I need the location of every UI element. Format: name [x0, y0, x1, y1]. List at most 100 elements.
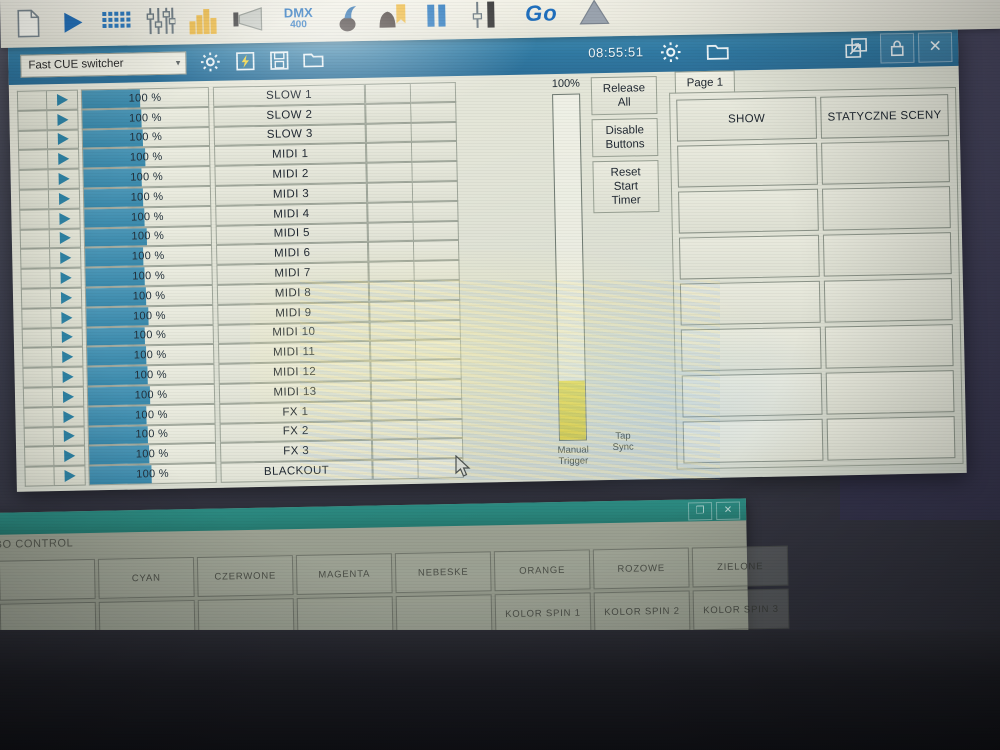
tap-sync-button[interactable]: Tap Sync [601, 430, 645, 453]
row-extra-1[interactable] [371, 419, 418, 441]
row-go-button[interactable] [52, 406, 85, 427]
row-go-button[interactable] [51, 386, 85, 407]
row-go-button[interactable] [49, 287, 83, 308]
release-all-button[interactable]: Release All [590, 75, 658, 116]
row-select[interactable] [16, 90, 47, 111]
row-extra-1[interactable] [371, 399, 418, 421]
row-fader[interactable]: 100 % [86, 344, 215, 367]
row-extra-1[interactable] [367, 241, 415, 262]
page-button[interactable] [678, 188, 819, 234]
page-button[interactable] [821, 140, 950, 185]
row-go-button[interactable] [45, 89, 79, 111]
save-button[interactable] [268, 49, 290, 71]
bg-button-cyan[interactable]: CYAN [97, 557, 195, 599]
row-select[interactable] [20, 288, 51, 309]
row-select[interactable] [19, 209, 49, 230]
bg-button-zielone[interactable]: ZIELONE [691, 545, 789, 588]
row-go-button[interactable] [47, 148, 80, 170]
row-fader[interactable]: 100 % [86, 364, 215, 387]
row-fader[interactable]: 100 % [84, 245, 213, 268]
row-extra-2[interactable] [417, 398, 463, 420]
row-extra-2[interactable] [416, 378, 463, 400]
moving-head-icon[interactable] [326, 0, 371, 40]
play-icon[interactable] [50, 0, 95, 45]
titlebar-gear-button[interactable] [658, 39, 684, 69]
new-file-icon[interactable] [6, 1, 51, 46]
background-restore-button[interactable]: ❐ [687, 502, 713, 521]
row-extra-1[interactable] [369, 340, 417, 361]
titlebar-open-folder-button[interactable] [705, 40, 733, 68]
single-fader-icon[interactable] [458, 0, 511, 37]
row-go-button[interactable] [50, 327, 84, 348]
row-extra-2[interactable] [416, 359, 462, 380]
row-go-button[interactable] [46, 109, 79, 130]
row-extra-2[interactable] [417, 418, 463, 440]
restore-window-button[interactable] [836, 34, 877, 65]
page-button-show[interactable]: SHOW [676, 96, 818, 142]
row-go-button[interactable] [51, 346, 84, 368]
row-extra-1[interactable] [366, 181, 414, 203]
page-button[interactable] [824, 324, 954, 369]
row-fader[interactable]: 100 % [83, 205, 212, 229]
page-button[interactable] [682, 418, 824, 464]
row-go-button[interactable] [48, 208, 81, 229]
row-go-button[interactable] [47, 188, 81, 210]
row-extra-2[interactable] [415, 299, 461, 321]
row-go-button[interactable] [52, 426, 86, 447]
page-button[interactable] [825, 370, 955, 415]
row-extra-1[interactable] [370, 379, 418, 401]
page-button[interactable] [826, 416, 956, 461]
close-button[interactable]: ✕ [917, 32, 953, 63]
row-select[interactable] [23, 426, 54, 448]
row-extra-2[interactable] [412, 161, 458, 182]
row-extra-2[interactable] [415, 339, 462, 361]
row-extra-2[interactable] [413, 240, 460, 262]
row-extra-2[interactable] [413, 200, 459, 222]
row-extra-2[interactable] [415, 319, 461, 341]
master-fader[interactable]: 100% Manual Trigger [542, 77, 598, 468]
bg-button-kolor-spin-1[interactable]: KOLOR SPIN 1 [494, 592, 592, 635]
bg-button-czerwone[interactable]: CZERWONE [196, 555, 294, 597]
row-name[interactable]: BLACKOUT [220, 459, 373, 483]
row-extra-2[interactable] [411, 141, 458, 163]
row-extra-2[interactable] [413, 220, 459, 242]
lock-button[interactable] [879, 32, 915, 64]
settings-gear-button[interactable] [198, 50, 222, 74]
row-extra-2[interactable] [417, 438, 464, 459]
row-fader[interactable]: 100 % [82, 146, 211, 169]
row-go-button[interactable] [47, 168, 80, 190]
row-select[interactable] [22, 387, 53, 408]
master-fader-track[interactable] [552, 93, 588, 442]
warning-triangle-icon[interactable] [572, 0, 617, 35]
faders-icon[interactable] [138, 0, 183, 43]
row-fader[interactable]: 100 % [87, 403, 216, 427]
go-button[interactable]: Go [510, 0, 573, 36]
row-extra-2[interactable] [411, 101, 457, 123]
row-extra-1[interactable] [371, 439, 419, 460]
bg-button-kolor-spin-3[interactable]: KOLOR SPIN 3 [692, 588, 790, 631]
preset-select[interactable]: Fast CUE switcher ▾ [20, 50, 187, 78]
row-fader[interactable]: 100 % [82, 166, 211, 189]
bg-button-kolor-spin-2[interactable]: KOLOR SPIN 2 [593, 590, 691, 633]
page-button[interactable] [677, 142, 818, 188]
row-fader[interactable]: 100 % [81, 126, 211, 149]
page-button[interactable] [678, 234, 820, 280]
quick-save-button[interactable] [234, 50, 256, 72]
row-extra-2[interactable] [418, 458, 464, 479]
row-extra-1[interactable] [367, 221, 414, 243]
grid-icon[interactable] [94, 0, 139, 44]
row-select[interactable] [22, 367, 52, 388]
row-fader[interactable]: 100 % [80, 86, 210, 110]
row-go-button[interactable] [49, 267, 82, 289]
row-select[interactable] [20, 268, 50, 289]
page-button[interactable] [822, 232, 952, 277]
row-extra-1[interactable] [368, 280, 416, 302]
row-select[interactable] [23, 406, 53, 428]
row-extra-2[interactable] [410, 82, 457, 103]
row-extra-2[interactable] [411, 121, 457, 143]
row-fader[interactable]: 100 % [85, 324, 215, 347]
row-extra-1[interactable] [370, 360, 417, 381]
row-fader[interactable]: 100 % [88, 463, 217, 486]
row-extra-2[interactable] [414, 279, 461, 301]
bg-button-orange[interactable]: ORANGE [493, 549, 591, 592]
